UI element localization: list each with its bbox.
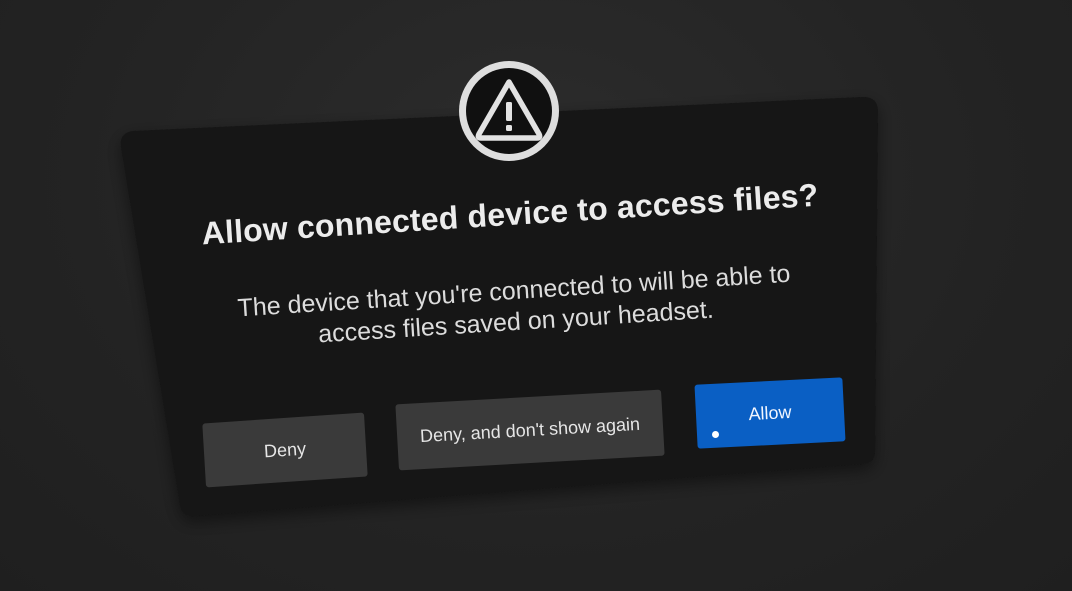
warning-icon [459, 61, 559, 161]
pointer-cursor [712, 431, 719, 438]
allow-button[interactable]: Allow [694, 377, 846, 449]
deny-button[interactable]: Deny [202, 412, 368, 488]
vr-scene: Allow connected device to access files? … [0, 0, 1072, 591]
